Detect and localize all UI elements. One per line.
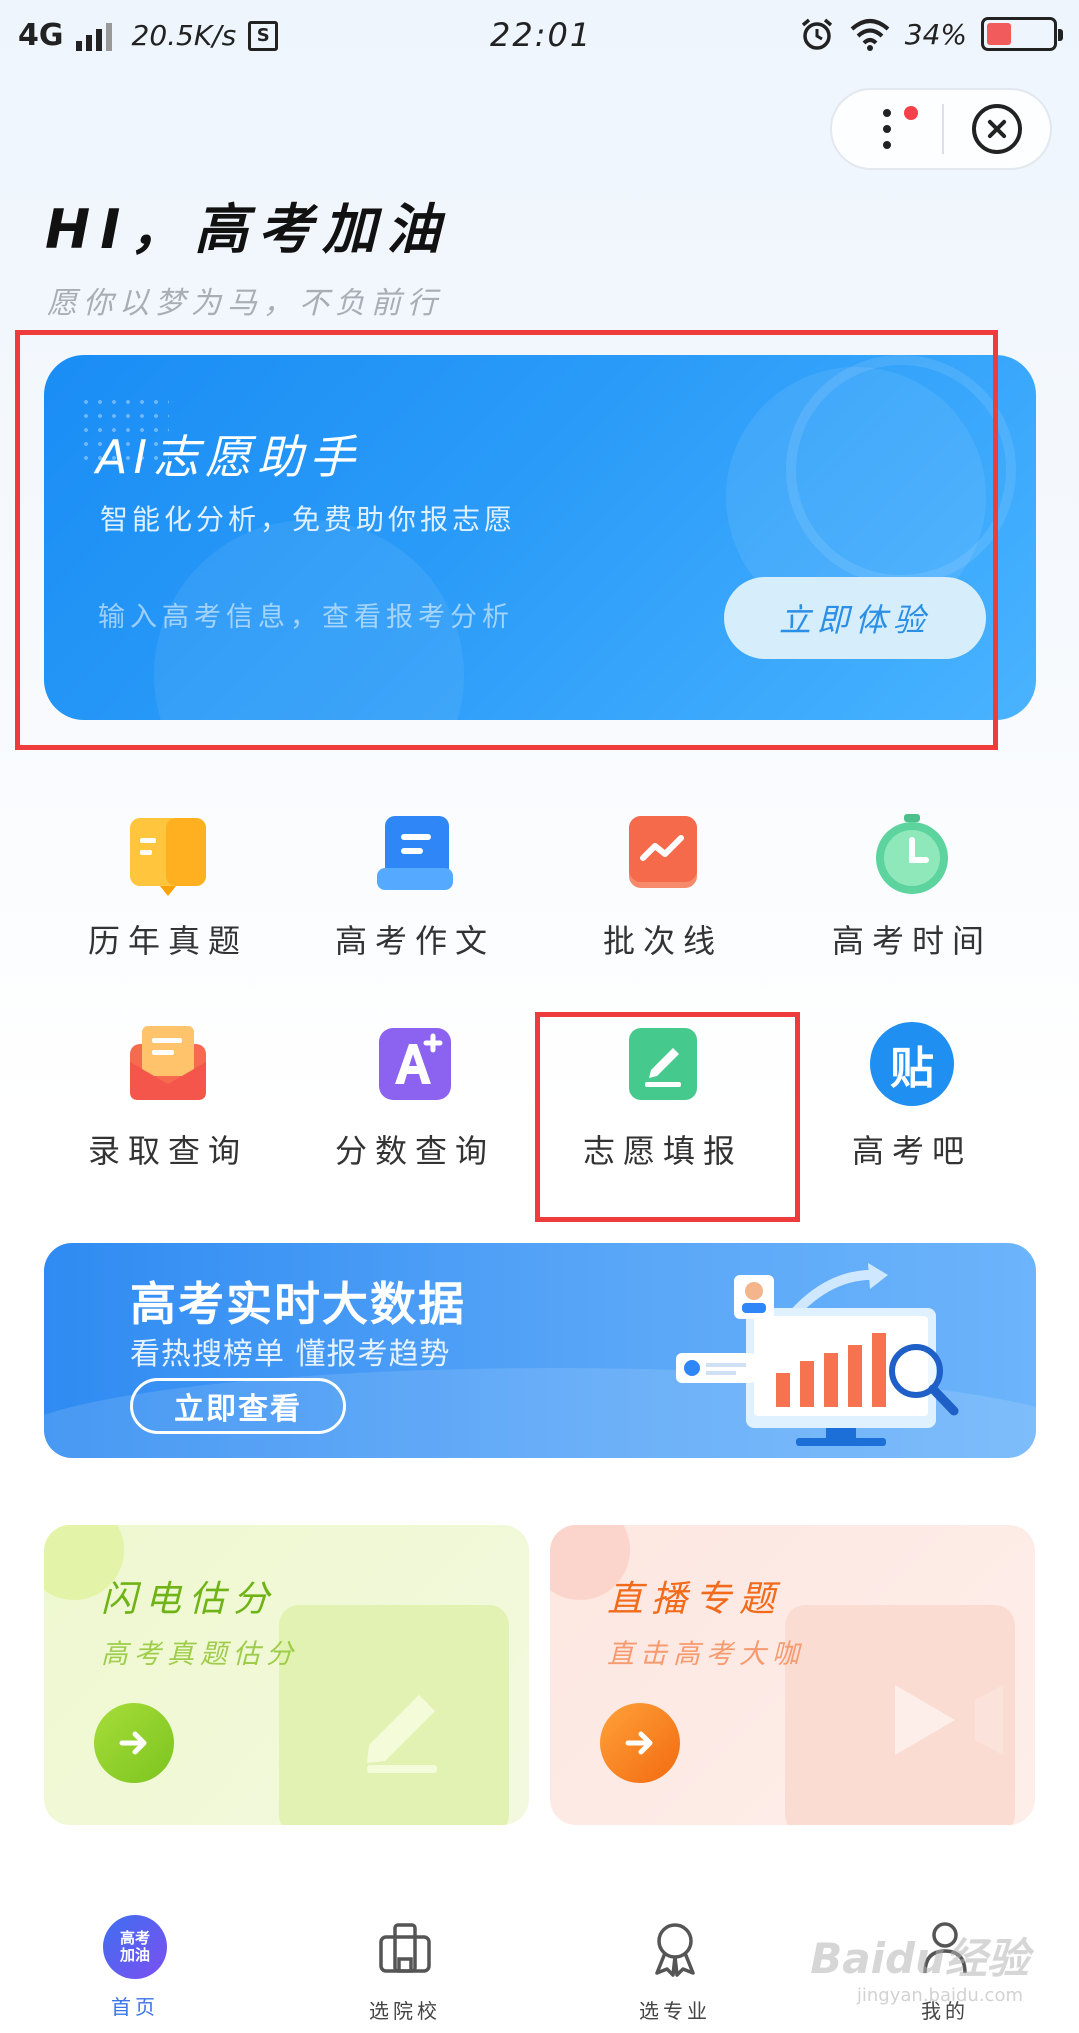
network-speed: 20.5K/s — [131, 19, 237, 52]
card-title: 闪电估分 — [101, 1579, 278, 1620]
grid-item-label: 批次线 — [602, 922, 723, 960]
arrow-right-icon — [625, 1731, 653, 1755]
trend-chart-icon — [621, 812, 705, 896]
battery-percent: 34% — [904, 17, 967, 51]
battery-icon — [981, 17, 1063, 51]
banner-subtitle: 看热搜榜单 懂报考趋势 — [130, 1337, 451, 1372]
tab-majors[interactable]: 选专业 — [575, 1915, 775, 2024]
tab-label: 首页 — [111, 1995, 159, 2019]
school-building-icon — [379, 1923, 431, 1973]
greeting-title: HI，高考加油 — [45, 198, 451, 261]
envelope-icon — [126, 1022, 210, 1106]
app-logo-icon: 高考加油 — [103, 1915, 167, 1979]
network-type: 4G — [18, 18, 64, 53]
grid-item-forum[interactable]: 贴 高考吧 — [792, 1022, 1032, 1172]
live-topics-card[interactable]: 直播专题 直击高考大咖 — [550, 1525, 1035, 1825]
book-icon — [126, 812, 210, 896]
wifi-icon — [850, 19, 890, 51]
grid-item-label: 历年真题 — [87, 922, 248, 960]
tab-label: 选专业 — [639, 1999, 711, 2023]
card-title: 直播专题 — [607, 1579, 784, 1620]
watermark-url: jingyan.baidu.com — [856, 1985, 1023, 2006]
highlight-box-application-fill — [535, 1012, 800, 1222]
grid-item-label: 录取查询 — [87, 1132, 248, 1170]
quick-estimate-card[interactable]: 闪电估分 高考真题估分 — [44, 1525, 529, 1825]
banner-title: 高考实时大数据 — [130, 1277, 466, 1331]
alarm-icon — [801, 18, 832, 50]
card-subtitle: 直击高考大咖 — [607, 1639, 805, 1670]
close-circle-icon — [972, 104, 1022, 154]
more-button[interactable] — [832, 90, 942, 168]
close-button[interactable] — [944, 90, 1050, 168]
card-arrow-button[interactable] — [600, 1703, 680, 1783]
grid-item-score-query[interactable]: 分数查询 — [295, 1022, 535, 1172]
pencil-note-icon — [367, 1695, 437, 1773]
document-icon — [373, 812, 457, 896]
tab-schools[interactable]: 选院校 — [305, 1915, 505, 2024]
grid-item-label: 高考作文 — [334, 922, 495, 960]
more-dots-icon — [883, 109, 891, 149]
view-now-button[interactable]: 立即查看 — [130, 1378, 346, 1434]
post-badge-icon: 贴 — [870, 1022, 954, 1106]
tab-home[interactable]: 高考加油 首页 — [35, 1915, 235, 2020]
timer-icon — [870, 812, 954, 896]
card-subtitle: 高考真题估分 — [101, 1639, 299, 1670]
grid-item-label: 高考吧 — [851, 1132, 972, 1170]
grid-item-label: 高考时间 — [831, 922, 992, 960]
grid-item-label: 分数查询 — [334, 1132, 495, 1170]
grid-item-essays[interactable]: 高考作文 — [295, 812, 535, 962]
play-video-icon — [895, 1685, 1003, 1755]
clock: 22:01 — [490, 16, 593, 54]
grid-item-admission-query[interactable]: 录取查询 — [48, 1022, 288, 1172]
signal-icon — [75, 21, 112, 51]
a-plus-icon — [373, 1022, 457, 1106]
grid-item-batch-line[interactable]: 批次线 — [543, 812, 783, 962]
arrow-right-icon — [119, 1731, 147, 1755]
grid-item-past-exams[interactable]: 历年真题 — [48, 812, 288, 962]
award-ribbon-icon — [655, 1923, 695, 1977]
status-bar: 4G 20.5K/s S 22:01 34% — [0, 0, 1079, 76]
miniprogram-capsule — [830, 88, 1052, 170]
big-data-banner[interactable]: 高考实时大数据 看热搜榜单 懂报考趋势 立即查看 — [44, 1243, 1036, 1458]
grid-item-exam-time[interactable]: 高考时间 — [792, 812, 1032, 962]
greeting-subtitle: 愿你以梦为马，不负前行 — [47, 286, 443, 321]
sim-icon: S — [248, 20, 279, 51]
highlight-box-ai-card — [15, 330, 998, 750]
data-monitor-illustration — [676, 1263, 959, 1446]
watermark-logo: Baidu经验 — [810, 1934, 1029, 1983]
post-badge-glyph: 贴 — [890, 1043, 934, 1094]
notification-dot — [904, 106, 918, 120]
card-arrow-button[interactable] — [94, 1703, 174, 1783]
app-logo-text: 高考加油 — [119, 1929, 150, 1964]
tab-label: 选院校 — [369, 1999, 441, 2023]
